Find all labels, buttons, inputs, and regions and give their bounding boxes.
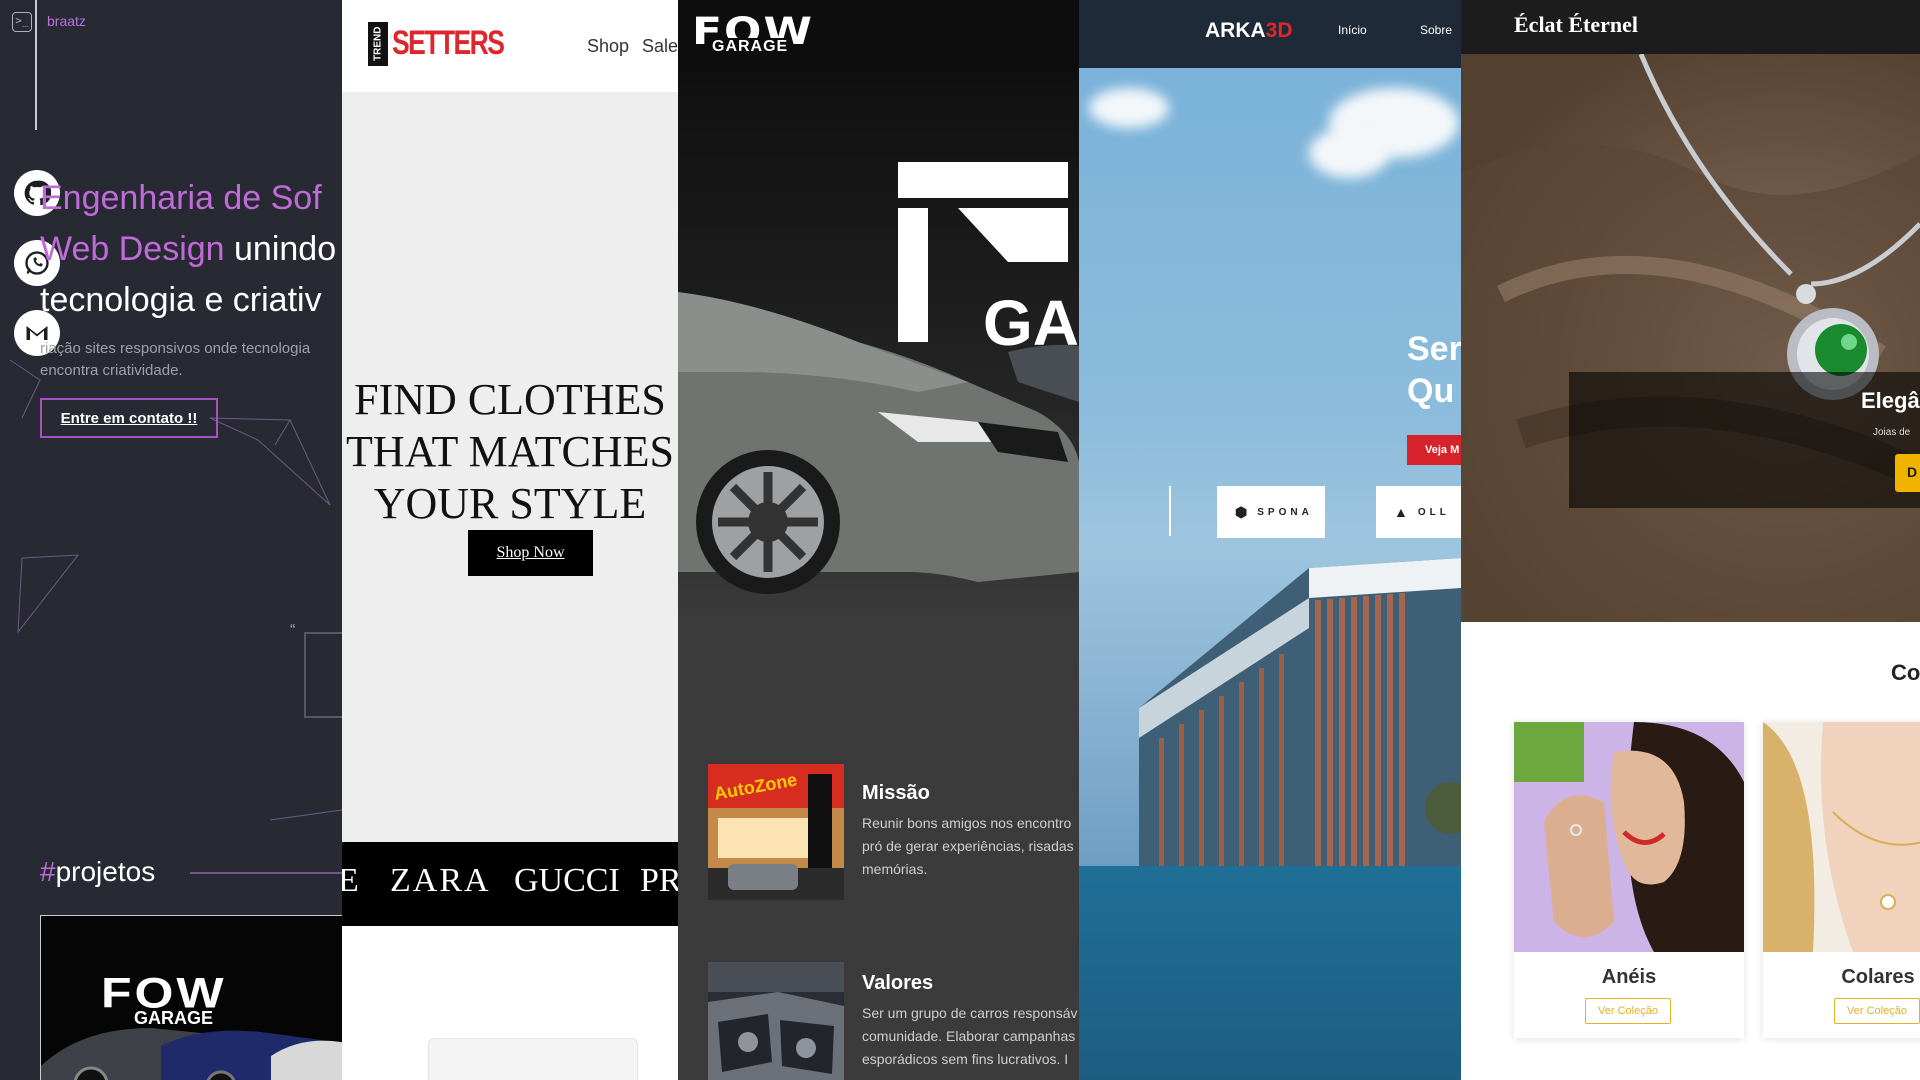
colares-image [1763, 722, 1920, 952]
brand-gucci: GUCCI [514, 862, 620, 899]
arka-header: ARKA3D Início Sobre [1079, 0, 1461, 68]
nav-shop[interactable]: Shop [587, 36, 629, 57]
mission-text-line-2: pró de gerar experiências, risadas [862, 838, 1074, 854]
mission-text-line-3: memórias. [862, 861, 928, 877]
nav-inicio[interactable]: Início [1338, 23, 1367, 37]
headline-line-2-rest: unindo [224, 230, 337, 268]
mission-title: Missão [862, 782, 930, 804]
collections-title: Co [1891, 660, 1920, 685]
collage-stage: >_ braatz Engenharia de Sof Web Design u… [0, 0, 1920, 1080]
aneis-image [1514, 722, 1744, 952]
header-divider [35, 0, 37, 130]
nav-sale[interactable]: Sale [642, 36, 678, 57]
category-name-colares: Colares [1841, 966, 1915, 988]
values-text: Ser um grupo de carros responsáv comunid… [862, 1002, 1079, 1071]
trendsetters-header: TREND SETTERS Shop Sale [342, 0, 678, 92]
woman-necklace-photo [1763, 722, 1920, 952]
eclat-panel: Éclat Éternel Elegâ Joias de D Co Anéis … [1461, 0, 1920, 1080]
mission-image: AutoZone [708, 764, 844, 900]
partner-oll-label: OLL [1417, 506, 1450, 518]
arka-hero-line-1: Ser [1407, 330, 1461, 368]
arka-panel: ARKA3D Início Sobre Ser Qu Veja M ⬢ SPON… [1079, 0, 1461, 1080]
values-image [708, 962, 844, 1080]
eclat-hero [1461, 54, 1920, 622]
headline-line-1: Engenharia de Sof [40, 179, 322, 217]
arka-cta-button[interactable]: Veja M [1407, 435, 1461, 465]
projects-title: projetos [55, 856, 156, 887]
portfolio-panel: >_ braatz Engenharia de Sof Web Design u… [0, 0, 342, 1080]
trendsetters-hero-title: FIND CLOTHES THAT MATCHES YOUR STYLE [342, 374, 678, 530]
view-collection-colares[interactable]: Ver Coleção [1834, 998, 1920, 1024]
arka-logo[interactable]: ARKA3D [1205, 19, 1293, 43]
portfolio-brand[interactable]: braatz [47, 13, 86, 29]
hero-car [678, 292, 1079, 594]
brand-strip: E ZARA GUCCI PR [342, 842, 678, 926]
fowgarage-panel: FOW GARAGE GA AutoZone Missão Reunir bon… [678, 0, 1079, 1080]
projects-divider [190, 872, 342, 874]
quote-mark: “ [290, 622, 296, 639]
eclat-logo[interactable]: Éclat Éternel [1514, 12, 1638, 38]
storefront-photo: AutoZone [708, 764, 844, 900]
category-card-aneis[interactable]: Anéis Ver Coleção [1514, 722, 1744, 1038]
portfolio-headline: Engenharia de Sof Web Design unindo tecn… [40, 173, 336, 326]
eclat-header: Éclat Éternel [1461, 0, 1920, 54]
brand-prada-partial: PR [640, 862, 678, 899]
projects-heading: #projetos [40, 856, 155, 888]
trendsetters-logo-box[interactable]: TREND [368, 22, 388, 66]
partner-spona-label: SPONA [1257, 506, 1313, 518]
values-title: Valores [862, 972, 934, 994]
partners-divider [1169, 486, 1171, 536]
arka-hero-line-2: Qu [1407, 372, 1455, 410]
nav-sobre[interactable]: Sobre [1420, 23, 1452, 37]
oll-icon: ▲ [1394, 504, 1412, 520]
partner-spona[interactable]: ⬢ SPONA [1217, 486, 1325, 538]
arka-hero [1079, 68, 1461, 868]
terminal-icon[interactable]: >_ [12, 12, 32, 32]
arka-lower-section [1079, 866, 1461, 1080]
project-thumbnail-fow[interactable]: FOW GARAGE [40, 915, 342, 1080]
fowgarage-logo-sub: GARAGE [710, 38, 791, 56]
headline-line-2-accent: Web Design [40, 230, 225, 268]
trendsetters-logo-text[interactable]: SETTERS [392, 24, 505, 63]
values-text-line-3: esporádicos sem fins lucrativos. I [862, 1051, 1069, 1067]
arka-logo-text: ARKA [1205, 19, 1266, 42]
hero-title: Elegâ [1861, 388, 1920, 413]
arka-building [1139, 558, 1461, 868]
hero-line-1: FIND CLOTHES [354, 375, 666, 424]
shop-now-button[interactable]: Shop Now [468, 530, 593, 576]
contact-button[interactable]: Entre em contato !! [40, 398, 218, 438]
trendsetters-panel: TREND SETTERS Shop Sale FIND CLOTHES THA… [342, 0, 678, 1080]
necklace-photo [1461, 54, 1920, 622]
engine-bays-photo [708, 962, 844, 1080]
thumb-cars [41, 1028, 342, 1080]
hero-line-3: YOUR STYLE [373, 479, 647, 528]
mission-text-line-1: Reunir bons amigos nos encontro [862, 815, 1072, 831]
mission-text: Reunir bons amigos nos encontro pró de g… [862, 812, 1079, 881]
brand-partial: E [342, 862, 359, 899]
product-card[interactable] [428, 1038, 638, 1080]
brand-zara: ZARA [390, 862, 491, 899]
view-collection-aneis[interactable]: Ver Coleção [1585, 998, 1671, 1024]
category-card-colares[interactable]: Colares Ver Coleção [1763, 722, 1920, 1038]
fowgarage-header: FOW GARAGE [678, 0, 1079, 72]
values-text-line-2: comunidade. Elaborar campanhas [862, 1028, 1076, 1044]
hero-line-2: THAT MATCHES [345, 427, 674, 476]
partner-oll[interactable]: ▲ OLL [1376, 486, 1461, 538]
headline-line-3: tecnologia e criativ [40, 281, 322, 319]
portfolio-description: riação sites responsivos onde tecnologia… [40, 340, 311, 379]
woman-rings-photo [1514, 722, 1744, 952]
testimonial-card [304, 632, 342, 718]
category-name-aneis: Anéis [1601, 966, 1657, 988]
projects-hash: # [40, 856, 56, 887]
values-text-line-1: Ser um grupo de carros responsáv [862, 1005, 1078, 1021]
spona-icon: ⬢ [1235, 503, 1252, 520]
arka-logo-3d: 3D [1265, 19, 1293, 42]
hero-subtitle: Joias de [1873, 427, 1911, 438]
fowgarage-hero: GA [678, 72, 1079, 616]
hero-cta-button[interactable]: D [1895, 454, 1920, 492]
